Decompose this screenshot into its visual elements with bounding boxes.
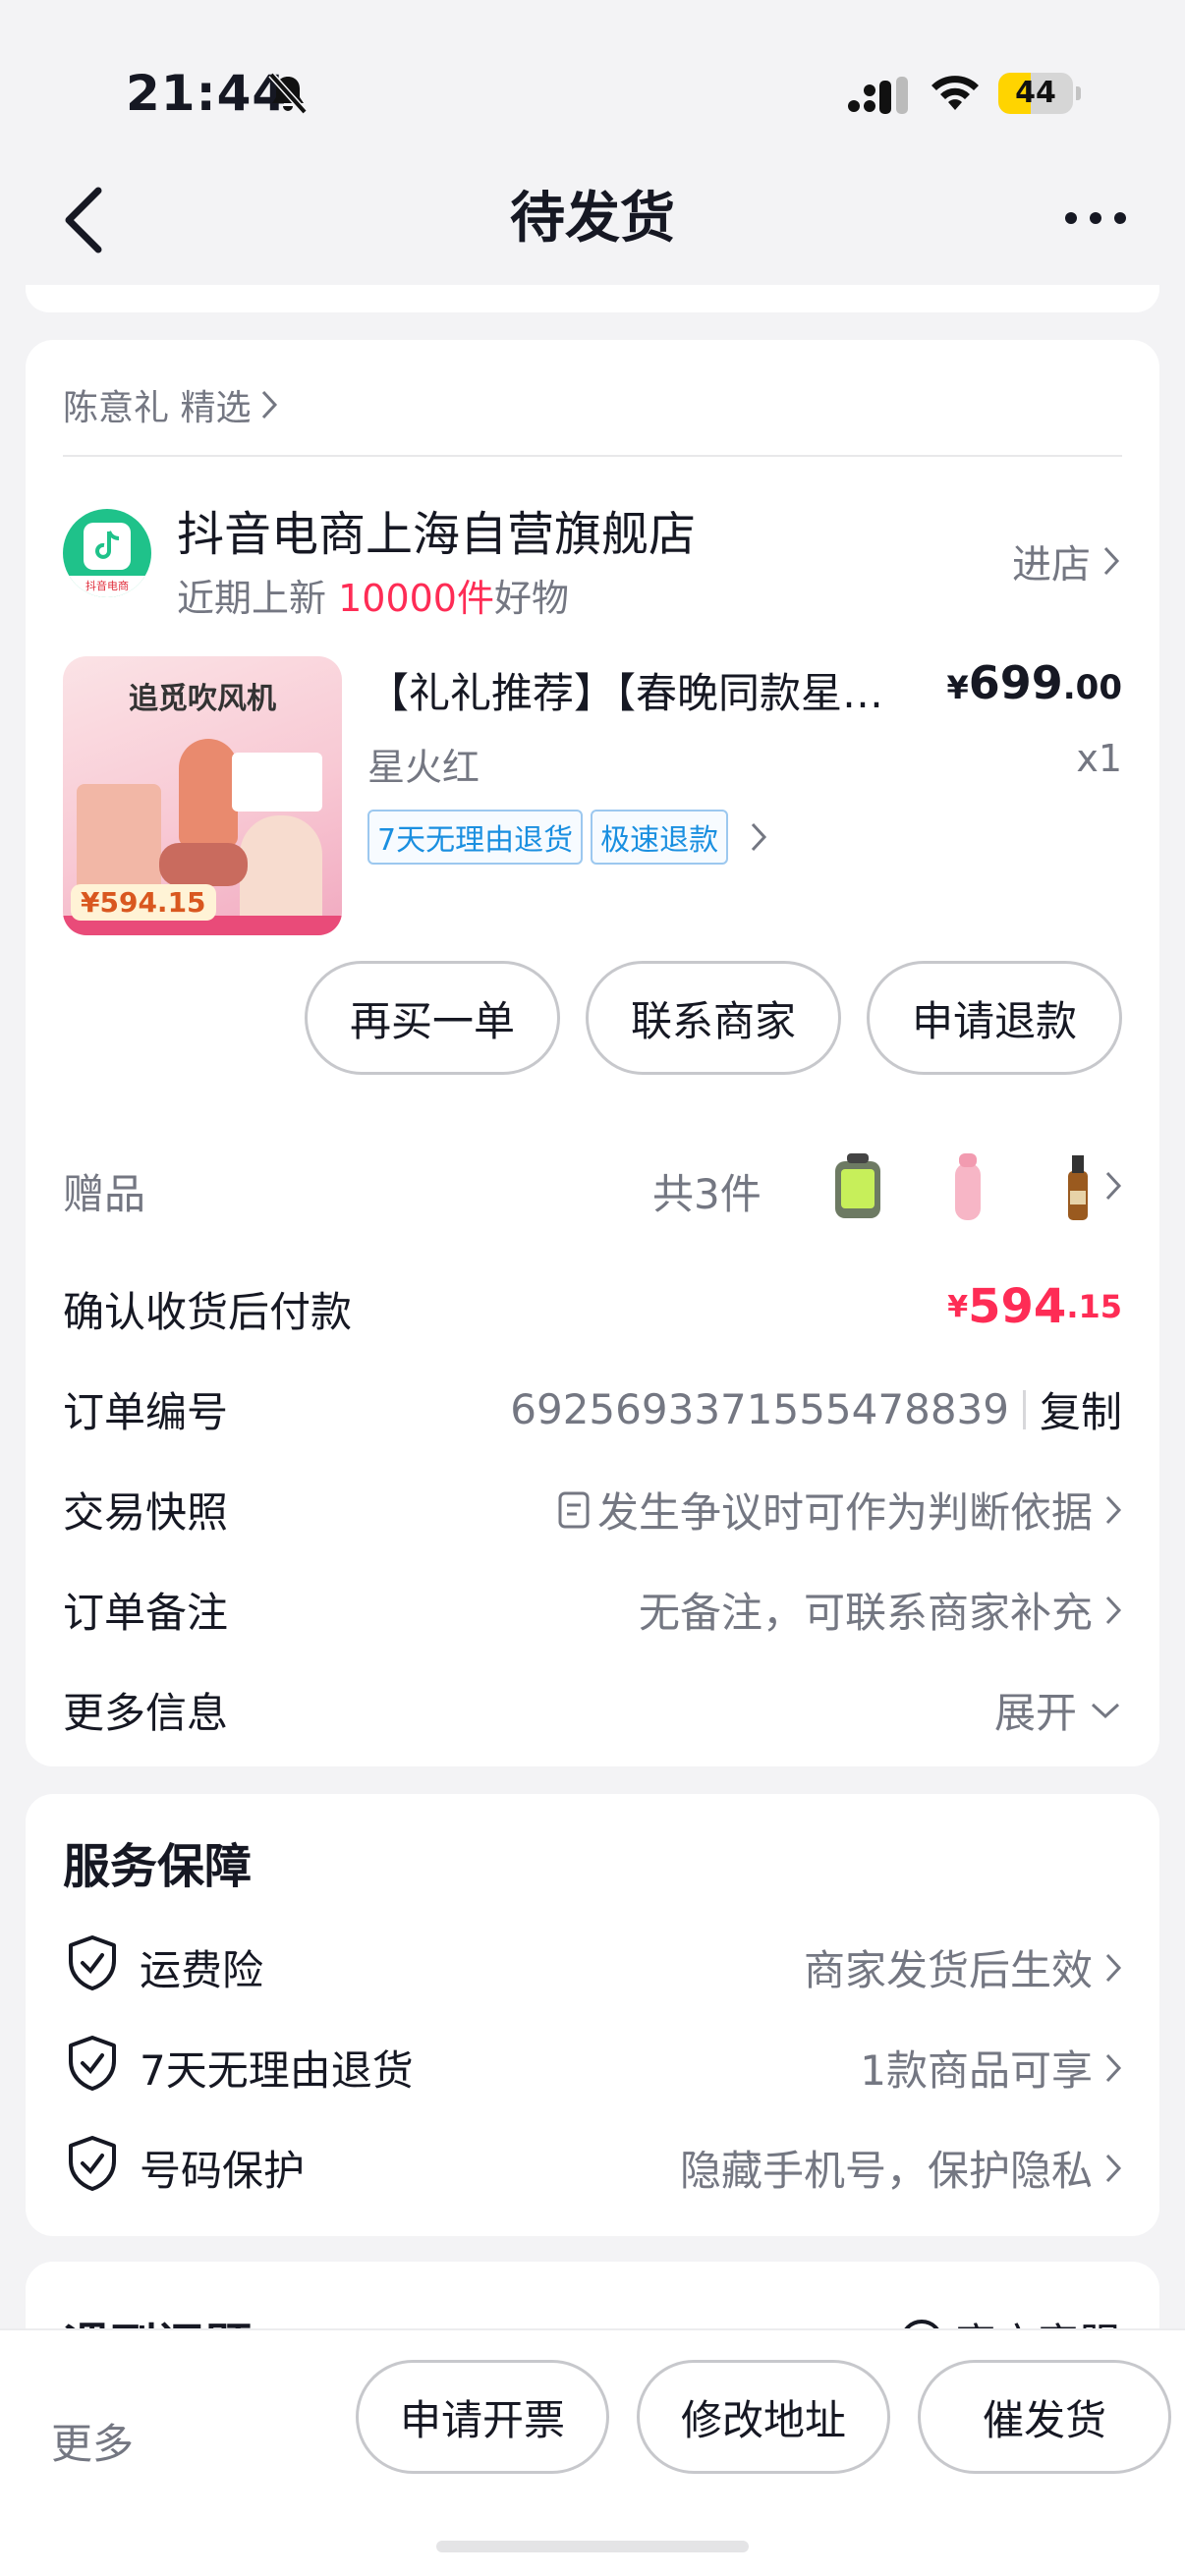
urge-shipping-button[interactable]: 催发货 bbox=[918, 2360, 1171, 2474]
product-image-price: ¥594.15 bbox=[71, 884, 216, 921]
product-image-title: 追觅吹风机 bbox=[129, 682, 276, 716]
bottom-actions: 申请开票 修改地址 催发货 bbox=[328, 2360, 1171, 2474]
copy-button[interactable]: 复制 bbox=[1040, 1379, 1122, 1439]
shop-subtitle: 近期上新 10000件好物 bbox=[177, 577, 569, 620]
product-tags[interactable]: 7天无理由退货 极速退款 bbox=[367, 810, 767, 865]
contact-seller-button[interactable]: 联系商家 bbox=[586, 961, 841, 1075]
order-number: 6925693371555478839 bbox=[510, 1385, 1009, 1433]
gift-thumbnail bbox=[818, 1148, 898, 1228]
divider bbox=[63, 455, 1122, 457]
service-value: 隐藏手机号，保护隐私 bbox=[680, 2138, 1122, 2198]
more-info-label: 更多信息 bbox=[63, 1689, 229, 1737]
product-quantity: x1 bbox=[1076, 737, 1122, 780]
chevron-right-icon bbox=[1105, 2053, 1122, 2082]
seller-name: 陈意礼 精选 bbox=[63, 388, 252, 428]
seller-link[interactable]: 陈意礼 精选 bbox=[63, 379, 278, 430]
shop-logo-text: 抖音电商 bbox=[63, 576, 151, 597]
buy-again-button[interactable]: 再买一单 bbox=[305, 961, 560, 1075]
service-card: 服务保障 运费险 商家发货后生效 7天无理由退货 1款商品可享 号码保护 隐藏手… bbox=[26, 1794, 1159, 2236]
shield-check-icon bbox=[69, 2136, 116, 2191]
product-price: ¥699.00 bbox=[946, 656, 1122, 709]
previous-card-edge bbox=[26, 285, 1159, 312]
chevron-right-icon bbox=[1105, 2154, 1122, 2182]
gifts-row[interactable]: 赠品 共3件 bbox=[63, 1148, 1122, 1228]
shield-check-icon bbox=[69, 2036, 116, 2091]
enter-shop-button[interactable]: 进店 bbox=[1012, 532, 1120, 589]
snapshot-label: 交易快照 bbox=[63, 1488, 229, 1537]
product-image[interactable]: 追觅吹风机 ¥594.15 bbox=[63, 656, 342, 935]
more-button[interactable]: 更多 bbox=[51, 2411, 134, 2471]
battery-indicator: 44 bbox=[998, 73, 1081, 114]
enter-shop-label: 进店 bbox=[1012, 542, 1091, 588]
chevron-right-icon bbox=[1105, 1495, 1122, 1524]
wifi-icon bbox=[931, 76, 979, 110]
order-actions: 再买一单 联系商家 申请退款 bbox=[279, 961, 1122, 1075]
shop-logo[interactable]: 抖音电商 bbox=[63, 509, 151, 597]
change-address-button[interactable]: 修改地址 bbox=[637, 2360, 890, 2474]
chevron-down-icon bbox=[1091, 1703, 1120, 1718]
chevron-right-icon bbox=[1105, 1953, 1122, 1982]
payment-label: 确认收货后付款 bbox=[63, 1288, 353, 1336]
chevron-right-icon bbox=[1105, 1171, 1122, 1201]
order-number-label: 订单编号 bbox=[63, 1388, 229, 1436]
page-title: 待发货 bbox=[510, 187, 675, 251]
shield-check-icon bbox=[69, 1935, 116, 1990]
document-icon bbox=[558, 1491, 590, 1528]
service-item[interactable]: 号码保护 隐藏手机号，保护隐私 bbox=[63, 2128, 1122, 2199]
chevron-right-icon bbox=[1103, 546, 1120, 576]
cellular-signal-icon bbox=[848, 77, 908, 114]
product-spec: 星火红 bbox=[367, 746, 480, 789]
snapshot-row[interactable]: 交易快照 发生争议时可作为判断依据 bbox=[63, 1472, 1122, 1540]
gifts-label: 赠品 bbox=[63, 1170, 146, 1218]
music-note-icon bbox=[95, 531, 120, 559]
nav-bar: 待发货 bbox=[0, 157, 1185, 285]
chevron-right-icon bbox=[751, 822, 767, 852]
service-value: 1款商品可享 bbox=[860, 2038, 1122, 2098]
bell-muted-icon bbox=[268, 72, 308, 115]
status-time: 21:44 bbox=[126, 65, 288, 122]
chevron-right-icon bbox=[262, 390, 278, 420]
status-bar: 21:44 44 bbox=[0, 0, 1185, 157]
order-number-value: 6925693371555478839 复制 bbox=[510, 1379, 1122, 1439]
service-label: 号码保护 bbox=[140, 2147, 306, 2195]
note-row[interactable]: 订单备注 无备注，可联系商家补充 bbox=[63, 1572, 1122, 1641]
note-value: 无备注，可联系商家补充 bbox=[639, 1580, 1122, 1640]
order-number-row: 订单编号 6925693371555478839 复制 bbox=[63, 1372, 1122, 1440]
snapshot-value: 发生争议时可作为判断依据 bbox=[556, 1480, 1122, 1540]
more-options-icon[interactable] bbox=[1063, 206, 1128, 230]
service-item[interactable]: 7天无理由退货 1款商品可享 bbox=[63, 2028, 1122, 2099]
battery-level: 44 bbox=[1015, 76, 1056, 110]
more-info-row[interactable]: 更多信息 展开 bbox=[63, 1672, 1122, 1741]
note-label: 订单备注 bbox=[63, 1589, 229, 1637]
payment-row: 确认收货后付款 ¥594.15 bbox=[63, 1271, 1122, 1340]
order-card: 陈意礼 精选 抖音电商 抖音电商上海自营旗舰店 近期上新 10000件好物 进店… bbox=[26, 340, 1159, 1766]
payment-amount: ¥594.15 bbox=[947, 1279, 1122, 1334]
service-label: 运费险 bbox=[140, 1946, 264, 1994]
product-title[interactable]: 【礼礼推荐】【春晚同款星火红】追觅吹风机 bbox=[367, 660, 918, 720]
bottom-action-bar: 更多 申请开票 修改地址 催发货 bbox=[0, 2328, 1185, 2576]
service-label: 7天无理由退货 bbox=[140, 2046, 414, 2095]
tag-return: 7天无理由退货 bbox=[367, 810, 584, 865]
service-title: 服务保障 bbox=[63, 1839, 253, 1894]
service-value: 商家发货后生效 bbox=[804, 1937, 1122, 1997]
chevron-right-icon bbox=[1105, 1596, 1122, 1624]
gift-thumbnail bbox=[928, 1148, 1008, 1228]
expand-toggle[interactable]: 展开 bbox=[994, 1680, 1122, 1740]
service-item[interactable]: 运费险 商家发货后生效 bbox=[63, 1928, 1122, 1998]
gifts-count: 共3件 bbox=[652, 1170, 762, 1218]
request-refund-button[interactable]: 申请退款 bbox=[867, 961, 1122, 1075]
tag-fast-refund: 极速退款 bbox=[591, 810, 729, 865]
request-invoice-button[interactable]: 申请开票 bbox=[356, 2360, 609, 2474]
shop-name[interactable]: 抖音电商上海自营旗舰店 bbox=[177, 495, 696, 564]
home-indicator[interactable] bbox=[436, 2541, 749, 2552]
